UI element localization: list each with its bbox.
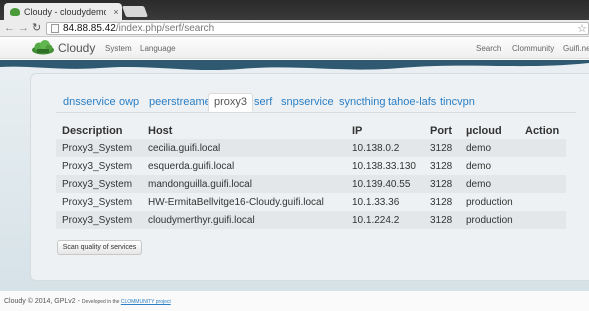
tab-dnsservice[interactable]: dnsservice — [63, 96, 116, 108]
nav-community[interactable]: Clommunity — [512, 44, 554, 53]
nav-guifi[interactable]: Guifi.net — [563, 44, 589, 53]
nav-search[interactable]: Search — [476, 44, 501, 53]
tab-snpservice[interactable]: snpservice — [281, 96, 334, 108]
cell-description: Proxy3_System — [62, 215, 133, 226]
tab-proxy3[interactable]: proxy3 — [208, 93, 254, 112]
back-arrow-icon[interactable]: ← — [4, 22, 15, 34]
cell-ip: 10.138.0.2 — [352, 143, 400, 154]
table-row: Proxy3_System cecilia.guifi.local 10.138… — [56, 139, 566, 157]
column-header-description: Description — [62, 125, 123, 137]
new-tab-button[interactable] — [121, 6, 149, 17]
cell-ucloud: production — [466, 197, 513, 208]
footer-developed: Developed in the — [81, 299, 121, 305]
browser-tab-bar: Cloudy - cloudydemo × — [0, 0, 589, 20]
footer-copyright: Cloudy © 2014, GPLv2 - — [4, 298, 82, 305]
tab-tahoe-lafs[interactable]: tahoe-lafs — [388, 96, 436, 108]
cloudy-logo-icon[interactable] — [31, 40, 55, 55]
app-header: Cloudy System Language Search Clommunity… — [0, 37, 589, 59]
cell-ip: 10.1.224.2 — [352, 215, 400, 226]
scan-quality-button[interactable]: Scan quality of services — [57, 240, 142, 255]
page-icon — [51, 23, 59, 33]
cell-ip: 10.138.33.130 — [352, 161, 416, 172]
cell-host: cloudymerthyr.guifi.local — [148, 215, 255, 226]
browser-tab-title: Cloudy - cloudydemo — [24, 6, 106, 17]
cell-port: 3128 — [430, 179, 453, 190]
cell-port: 3128 — [430, 197, 453, 208]
tab-owp[interactable]: owp — [119, 96, 139, 108]
bookmark-star-icon[interactable]: ☆ — [577, 22, 587, 35]
tab-tincvpn[interactable]: tincvpn — [440, 96, 475, 108]
column-header-host: Host — [148, 125, 173, 137]
cell-description: Proxy3_System — [62, 179, 133, 190]
cell-host: esquerda.guifi.local — [148, 161, 235, 172]
nav-system[interactable]: System — [105, 44, 132, 53]
cell-ip: 10.1.33.36 — [352, 197, 400, 208]
column-header-action: Action — [525, 125, 560, 137]
close-tab-icon[interactable]: × — [110, 7, 122, 17]
footer-clommunity-link[interactable]: CLOMMUNITY project — [121, 299, 171, 305]
table-row: Proxy3_System mandonguilla.guifi.local 1… — [56, 175, 566, 193]
brand-name[interactable]: Cloudy — [58, 41, 95, 55]
url-field[interactable]: 84.88.85.42 /index.php/serf/search — [46, 21, 589, 35]
browser-tab[interactable]: Cloudy - cloudydemo × — [4, 3, 122, 20]
header-wave-decoration — [0, 60, 589, 71]
table-row: Proxy3_System esquerda.guifi.local 10.13… — [56, 157, 566, 175]
cell-ucloud: demo — [466, 143, 492, 154]
address-toolbar: ← → ↻ 84.88.85.42 /index.php/serf/search — [0, 20, 589, 37]
table-row: Proxy3_System cloudymerthyr.guifi.local … — [56, 211, 566, 229]
tab-peerstreamer[interactable]: peerstreamer — [149, 96, 214, 108]
table-row: Proxy3_System HW-ErmitaBellvitge16-Cloud… — [56, 193, 566, 211]
page-footer: Cloudy © 2014, GPLv2 - Developed in the … — [0, 291, 589, 311]
cell-description: Proxy3_System — [62, 161, 133, 172]
cell-port: 3128 — [430, 161, 453, 172]
cell-ucloud: demo — [466, 179, 492, 190]
footer-text: Cloudy © 2014, GPLv2 - Developed in the … — [4, 298, 171, 305]
column-header-port: Port — [430, 125, 452, 137]
tab-syncthing[interactable]: syncthing — [339, 96, 385, 108]
cell-port: 3128 — [430, 215, 453, 226]
cell-description: Proxy3_System — [62, 143, 133, 154]
cell-ucloud: production — [466, 215, 513, 226]
column-header-ip: IP — [352, 125, 363, 137]
forward-arrow-icon[interactable]: → — [18, 22, 29, 34]
cell-description: Proxy3_System — [62, 197, 133, 208]
cell-host: HW-ErmitaBellvitge16-Cloudy.guifi.local — [148, 197, 324, 208]
url-path: /index.php/serf/search — [115, 22, 215, 34]
cell-host: cecilia.guifi.local — [148, 143, 221, 154]
url-host: 84.88.85.42 — [63, 22, 116, 34]
nav-language[interactable]: Language — [140, 44, 176, 53]
cell-ucloud: demo — [466, 161, 492, 172]
cell-host: mandonguilla.guifi.local — [148, 179, 252, 190]
tab-serf[interactable]: serf — [254, 96, 272, 108]
reload-icon[interactable]: ↻ — [32, 22, 41, 34]
column-header-ucloud: µcloud — [466, 125, 502, 137]
cloud-favicon-icon — [10, 7, 20, 16]
cell-port: 3128 — [430, 143, 453, 154]
cell-ip: 10.139.40.55 — [352, 179, 411, 190]
